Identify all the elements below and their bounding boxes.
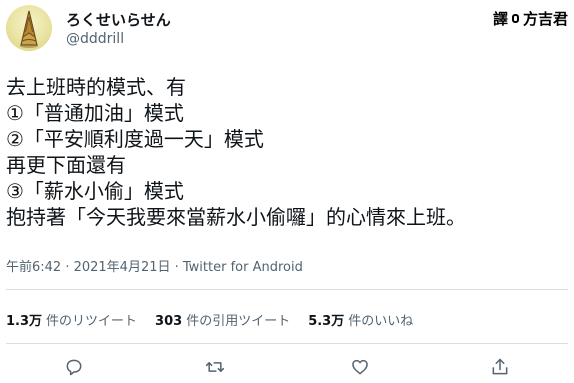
quote-count-label: 件の引用ツイート bbox=[186, 314, 291, 329]
tweet-line: ①「普通加油」模式 bbox=[6, 101, 184, 125]
retweet-button[interactable] bbox=[203, 355, 227, 379]
like-count-value: 5.3万 bbox=[308, 314, 345, 329]
divider bbox=[6, 289, 568, 290]
share-icon bbox=[492, 358, 508, 375]
reply-button[interactable] bbox=[62, 355, 86, 379]
share-button[interactable] bbox=[488, 355, 512, 379]
avatar[interactable] bbox=[6, 5, 52, 51]
retweet-count-value: 1.3万 bbox=[6, 314, 43, 329]
watermark-left: 譯 bbox=[492, 10, 508, 28]
action-bar bbox=[0, 355, 574, 379]
like-button[interactable] bbox=[348, 355, 372, 379]
watermark-separator bbox=[511, 14, 519, 23]
like-count[interactable]: 5.3万 件のいいね bbox=[308, 310, 413, 329]
retweet-count[interactable]: 1.3万 件のリツイート bbox=[6, 310, 137, 329]
like-icon bbox=[352, 359, 368, 375]
reply-icon bbox=[66, 359, 82, 376]
quote-count-value: 303 bbox=[155, 314, 183, 329]
translator-watermark: 譯 方吉君 bbox=[493, 8, 568, 29]
display-name[interactable]: ろくせいらせん bbox=[66, 9, 171, 30]
like-count-label: 件のいいね bbox=[348, 314, 414, 329]
retweet-icon bbox=[205, 362, 225, 372]
quote-count[interactable]: 303 件の引用ツイート bbox=[155, 310, 290, 329]
user-handle[interactable]: @dddrill bbox=[66, 31, 124, 47]
tweet-line: ②「平安順利度過一天」模式 bbox=[6, 127, 264, 151]
watermark-right: 方吉君 bbox=[522, 10, 568, 28]
divider bbox=[6, 343, 568, 344]
tweet-card: ろくせいらせん @dddrill 譯 方吉君 去上班時的模式、有 ①「普通加油」… bbox=[0, 0, 574, 383]
tweet-line: 抱持著「今天我要來當薪水小偷囉」的心情來上班。 bbox=[6, 205, 466, 229]
tweet-line: ③「薪水小偷」模式 bbox=[6, 179, 184, 203]
tweet-line: 去上班時的模式、有 bbox=[6, 75, 186, 99]
engagement-stats: 1.3万 件のリツイート 303 件の引用ツイート 5.3万 件のいいね bbox=[6, 310, 431, 329]
tweet-text: 去上班時的模式、有 ①「普通加油」模式 ②「平安順利度過一天」模式 再更下面還有… bbox=[6, 74, 566, 230]
retweet-count-label: 件のリツイート bbox=[46, 314, 138, 329]
tweet-timestamp[interactable]: 午前6:42 · 2021年4月21日 · Twitter for Androi… bbox=[6, 256, 303, 275]
bamboo-shoot-icon bbox=[20, 10, 38, 48]
tweet-line: 再更下面還有 bbox=[6, 153, 126, 177]
